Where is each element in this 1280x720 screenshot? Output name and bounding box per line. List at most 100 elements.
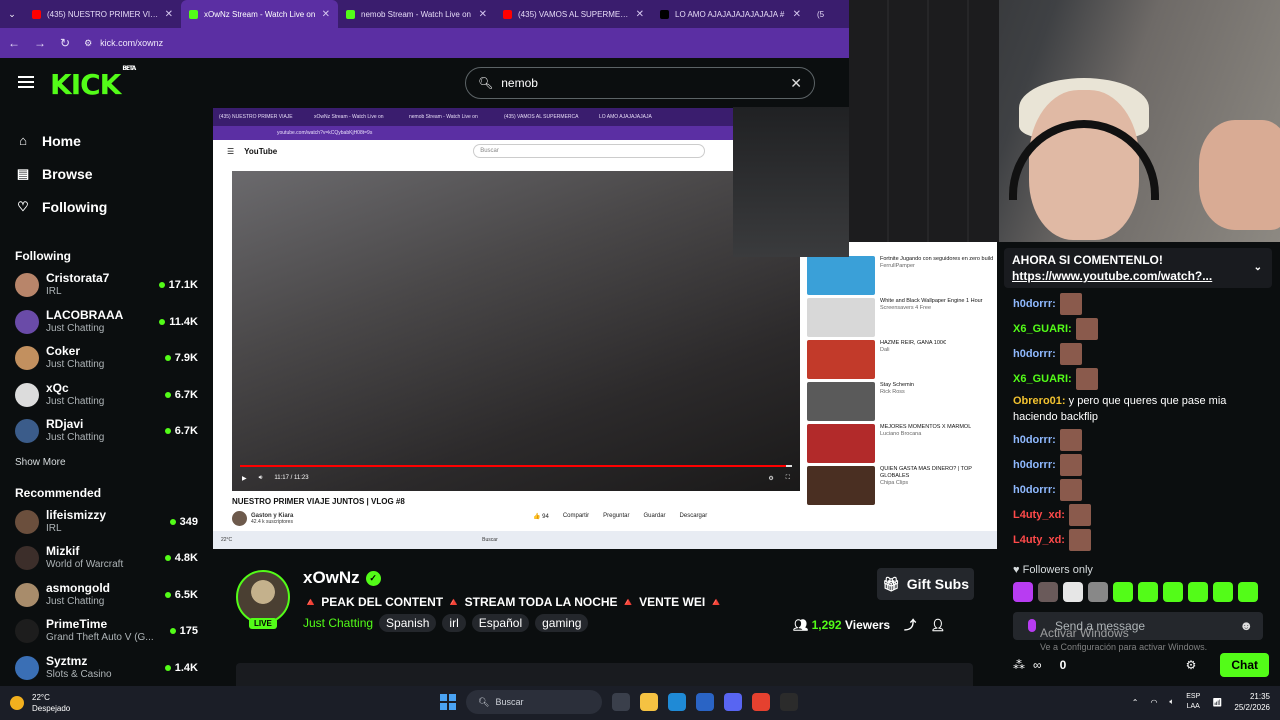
sun-icon bbox=[10, 696, 24, 710]
search-input[interactable]: nemob bbox=[501, 76, 538, 90]
browser-tab[interactable]: (435) NUESTRO PRIMER VIAJE J ✕ bbox=[24, 0, 181, 28]
clock[interactable]: 21:35 25/2/2026 bbox=[1234, 691, 1270, 713]
tag-chip[interactable]: Spanish bbox=[379, 614, 437, 632]
gift-subs-button[interactable]: 🎁︎ Gift Subs bbox=[877, 568, 974, 600]
tag-chip[interactable]: gaming bbox=[535, 614, 589, 632]
sidebar-channel[interactable]: RDjavi Just Chatting 6.7K bbox=[0, 413, 212, 450]
sidebar-channel[interactable]: xQc Just Chatting 6.7K bbox=[0, 377, 212, 414]
sidebar-channel[interactable]: LACOBRAAA Just Chatting 11.4K bbox=[0, 304, 212, 341]
windows-start-icon[interactable] bbox=[440, 694, 456, 710]
browser-tab[interactable]: (435) VAMOS AL SUPERMERCA ✕ bbox=[495, 0, 652, 28]
reload-icon[interactable]: ↻ bbox=[60, 36, 70, 50]
channel-category: Slots & Casino bbox=[46, 668, 112, 680]
obs-icon[interactable] bbox=[780, 693, 798, 711]
emote-button[interactable] bbox=[1138, 582, 1158, 602]
chat-username[interactable]: h0dorrr: bbox=[1013, 457, 1056, 473]
viewer-number: 4.8K bbox=[174, 552, 198, 565]
volume-icon[interactable]: 🔈︎ bbox=[1169, 697, 1174, 707]
chrome-icon[interactable] bbox=[752, 693, 770, 711]
sidebar-channel[interactable]: Syztmz Slots & Casino 1.4K bbox=[0, 650, 212, 687]
chat-send-button[interactable]: Chat bbox=[1220, 652, 1269, 677]
chat-username[interactable]: h0dorrr: bbox=[1013, 482, 1056, 498]
task-view-icon[interactable] bbox=[612, 693, 630, 711]
tab-search-icon[interactable]: ⌄ bbox=[0, 0, 24, 28]
chat-emote-icon bbox=[1059, 478, 1082, 501]
menu-icon[interactable] bbox=[18, 76, 34, 88]
emote-button[interactable] bbox=[1038, 582, 1058, 602]
emote-button[interactable] bbox=[1113, 582, 1133, 602]
chat-username[interactable]: Obrero01: bbox=[1013, 395, 1066, 407]
followers-only-label: Followers only bbox=[1022, 564, 1093, 576]
show-more-button[interactable]: Show More bbox=[0, 450, 212, 476]
back-icon[interactable]: ← bbox=[8, 36, 20, 50]
viewer-count: 7.9K bbox=[164, 352, 198, 364]
close-tab-icon[interactable]: ✕ bbox=[479, 9, 487, 20]
emoji-icon[interactable]: ☻ bbox=[1239, 618, 1253, 633]
rec-title: MEJORES MOMENTOS X MARMOL bbox=[880, 424, 972, 430]
browser-tab-active[interactable]: xOwNz Stream - Watch Live on ✕ bbox=[181, 0, 338, 28]
chat-username[interactable]: L4uty_xd: bbox=[1013, 507, 1065, 523]
language-indicator[interactable]: ESP LAA bbox=[1186, 692, 1200, 712]
share-icon[interactable]: ⤴ bbox=[904, 616, 916, 633]
chat-username[interactable]: h0dorrr: bbox=[1013, 296, 1056, 312]
browser-tab[interactable]: (5 bbox=[809, 0, 839, 28]
sidebar-channel[interactable]: Mizkif World of Warcraft 4.8K bbox=[0, 540, 212, 577]
sidebar-channel[interactable]: Cristorata7 IRL 17.1K bbox=[0, 267, 212, 304]
emote-button[interactable] bbox=[1188, 582, 1208, 602]
tag-chip[interactable]: irl bbox=[442, 614, 466, 632]
emote-button[interactable] bbox=[1063, 582, 1083, 602]
forward-icon[interactable]: → bbox=[34, 36, 46, 50]
chat-username[interactable]: X6_GUARI: bbox=[1013, 371, 1072, 387]
clear-search-icon[interactable]: ✕ bbox=[790, 75, 802, 92]
browser-tab[interactable]: nemob Stream - Watch Live on ✕ bbox=[338, 0, 495, 28]
discord-icon[interactable] bbox=[724, 693, 742, 711]
store-icon[interactable] bbox=[696, 693, 714, 711]
chevron-down-icon[interactable]: ⌄ bbox=[1254, 260, 1262, 276]
emote-button[interactable] bbox=[1213, 582, 1233, 602]
rec-thumbnail bbox=[807, 424, 875, 463]
close-tab-icon[interactable]: ✕ bbox=[636, 9, 644, 20]
network-icon[interactable]: ◠ bbox=[1150, 698, 1157, 707]
site-info-icon[interactable]: ⚙ bbox=[84, 38, 92, 49]
nav-browse[interactable]: ▤ Browse bbox=[16, 157, 196, 190]
file-explorer-icon[interactable] bbox=[640, 693, 658, 711]
emote-button[interactable] bbox=[1013, 582, 1033, 602]
close-tab-icon[interactable]: ✕ bbox=[165, 9, 173, 20]
clock-time: 21:35 bbox=[1249, 692, 1270, 701]
wifi-icon[interactable]: 📶︎ bbox=[1212, 698, 1222, 707]
category-link[interactable]: Just Chatting bbox=[303, 616, 373, 630]
edge-icon[interactable] bbox=[668, 693, 686, 711]
sidebar-channel[interactable]: Coker Just Chatting 7.9K bbox=[0, 340, 212, 377]
url-field[interactable]: ⚙ kick.com/xownz bbox=[84, 38, 163, 49]
nav-following[interactable]: ♡ Following bbox=[16, 190, 196, 223]
points-icon[interactable]: ⁂ bbox=[1013, 658, 1025, 672]
taskbar-search[interactable]: 🔍︎ Buscar bbox=[466, 690, 602, 714]
gear-icon[interactable]: ⚙ bbox=[1186, 658, 1197, 672]
close-tab-icon[interactable]: ✕ bbox=[322, 9, 330, 20]
chat-username[interactable]: h0dorrr: bbox=[1013, 432, 1056, 448]
sidebar-channel[interactable]: asmongold Just Chatting 6.5K bbox=[0, 577, 212, 614]
tag-chip[interactable]: Español bbox=[471, 614, 530, 632]
pinned-link[interactable]: https://www.youtube.com/watch?... bbox=[1012, 268, 1264, 284]
kick-logo[interactable]: KICK BETA bbox=[50, 65, 136, 101]
sidebar-channel[interactable]: lifeismizzy IRL 349 bbox=[0, 504, 212, 541]
tray-chevron-icon[interactable]: ⌃ bbox=[1132, 698, 1139, 707]
chat-username[interactable]: h0dorrr: bbox=[1013, 346, 1056, 362]
browser-tab[interactable]: LO AMO AJAJAJAJAJAJAJA # ✕ bbox=[652, 0, 809, 28]
search-bar[interactable]: 🔍︎ nemob ✕ bbox=[465, 67, 815, 99]
follow-icon[interactable]: 👤︎ bbox=[930, 618, 945, 632]
channel-avatar bbox=[15, 619, 39, 644]
sidebar-channel[interactable]: PrimeTime Grand Theft Auto V (G... 175 bbox=[0, 613, 212, 650]
emote-button[interactable] bbox=[1163, 582, 1183, 602]
windows-activation-watermark: Activar Windows bbox=[1040, 626, 1129, 640]
nav-home[interactable]: ⌂ Home bbox=[16, 124, 196, 157]
weather-widget[interactable]: 22°C Despejado bbox=[10, 692, 70, 714]
close-tab-icon[interactable]: ✕ bbox=[793, 9, 801, 20]
streamer-name[interactable]: xOwNz bbox=[303, 568, 360, 588]
chat-username[interactable]: X6_GUARI: bbox=[1013, 321, 1072, 337]
emote-button[interactable] bbox=[1238, 582, 1258, 602]
live-dot-icon bbox=[164, 428, 171, 435]
chat-username[interactable]: L4uty_xd: bbox=[1013, 532, 1065, 548]
streamer-avatar[interactable] bbox=[236, 570, 290, 624]
emote-button[interactable] bbox=[1088, 582, 1108, 602]
